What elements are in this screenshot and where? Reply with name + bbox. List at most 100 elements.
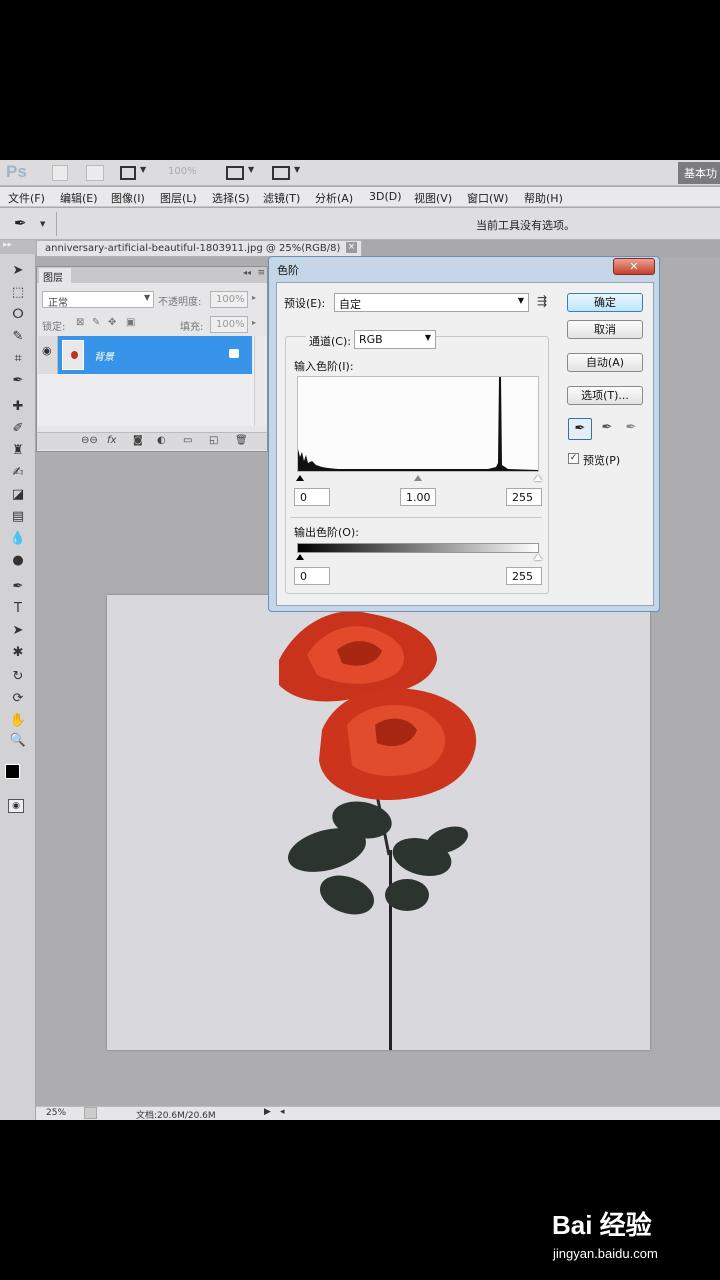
brush-tool-icon[interactable]: ✐: [8, 420, 28, 438]
zoom-tool-icon[interactable]: 🔍: [8, 732, 28, 750]
blur-tool-icon[interactable]: 💧: [8, 530, 28, 548]
fill-field[interactable]: 100%: [210, 316, 248, 333]
chevron-left-icon[interactable]: ◂: [280, 1107, 285, 1117]
new-layer-icon[interactable]: ◱: [209, 435, 218, 446]
lock-all-icon[interactable]: ▣: [126, 317, 135, 328]
panel-menu-icon[interactable]: ≡: [257, 268, 265, 278]
input-gamma-slider[interactable]: [414, 475, 422, 481]
eyedropper-tool-icon[interactable]: ✒: [8, 372, 28, 390]
chevron-down-icon[interactable]: ▼: [140, 165, 146, 181]
layer-name[interactable]: 背景: [94, 348, 114, 363]
foreground-color-swatch[interactable]: [5, 764, 20, 779]
lasso-tool-icon[interactable]: ⵔ: [8, 306, 28, 324]
auto-button[interactable]: 自动(A): [567, 353, 643, 372]
opacity-field[interactable]: 100%: [210, 291, 248, 308]
path-select-tool-icon[interactable]: ➤: [8, 622, 28, 640]
chevron-right-icon[interactable]: ▶: [264, 1107, 271, 1117]
3d-orbit-tool-icon[interactable]: ⟳: [8, 690, 28, 708]
adjustment-layer-icon[interactable]: ◐: [157, 435, 166, 446]
menu-image[interactable]: 图像(I): [111, 190, 145, 206]
pen-tool-icon[interactable]: ✒: [8, 578, 28, 596]
eye-icon[interactable]: ◉: [42, 344, 52, 357]
preset-options-icon[interactable]: ⇶: [537, 294, 547, 308]
menu-window[interactable]: 窗口(W): [467, 190, 508, 206]
menu-filter[interactable]: 滤镜(T): [263, 190, 300, 206]
preview-checkbox[interactable]: ✓: [568, 453, 579, 464]
lock-transparency-icon[interactable]: ⊠: [76, 317, 84, 328]
clone-stamp-tool-icon[interactable]: ♜: [8, 442, 28, 460]
input-white-slider[interactable]: [534, 475, 542, 481]
output-white-field[interactable]: 255: [506, 567, 542, 585]
tab-layers[interactable]: 图层: [39, 268, 71, 284]
input-gamma-field[interactable]: 1.00: [400, 488, 436, 506]
menu-view[interactable]: 视图(V): [414, 190, 452, 206]
channel-select[interactable]: RGB ▼: [354, 330, 436, 349]
input-black-field[interactable]: 0: [294, 488, 330, 506]
collapse-icon[interactable]: ◂◂: [243, 268, 251, 277]
crop-tool-icon[interactable]: ⌗: [8, 350, 28, 368]
menu-help[interactable]: 帮助(H): [524, 190, 563, 206]
3d-rotate-tool-icon[interactable]: ↻: [8, 668, 28, 686]
eraser-tool-icon[interactable]: ◪: [8, 486, 28, 504]
close-button[interactable]: ✕: [613, 258, 655, 275]
history-brush-tool-icon[interactable]: ✍: [8, 464, 28, 482]
dodge-tool-icon[interactable]: ●: [8, 552, 28, 570]
document-canvas[interactable]: [107, 595, 650, 1050]
close-icon[interactable]: ×: [346, 242, 357, 253]
gradient-tool-icon[interactable]: ▤: [8, 508, 28, 526]
menu-select[interactable]: 选择(S): [212, 190, 250, 206]
chevron-right-icon[interactable]: ▸: [252, 318, 256, 327]
zoom-level[interactable]: 25%: [46, 1108, 66, 1118]
lock-position-icon[interactable]: ✥: [108, 317, 116, 328]
link-layers-icon[interactable]: ⊖⊖: [81, 435, 98, 446]
healing-brush-tool-icon[interactable]: ✚: [8, 398, 28, 416]
shape-tool-icon[interactable]: ✱: [8, 644, 28, 662]
fx-icon[interactable]: fx: [107, 435, 116, 446]
output-black-slider[interactable]: [296, 554, 304, 560]
marquee-tool-icon[interactable]: ⬚: [8, 284, 28, 302]
layers-scrollbar[interactable]: [254, 336, 267, 426]
gray-eyedropper-icon[interactable]: ✒: [598, 418, 616, 440]
menu-file[interactable]: 文件(F): [8, 190, 45, 206]
menu-edit[interactable]: 编辑(E): [60, 190, 98, 206]
quick-select-tool-icon[interactable]: ✎: [8, 328, 28, 346]
zoom-select[interactable]: 100%: [168, 166, 197, 182]
new-group-icon[interactable]: ▭: [183, 435, 192, 446]
eyedropper-icon[interactable]: ✒: [14, 214, 27, 232]
move-tool-icon[interactable]: ➤: [8, 262, 28, 280]
layer-mask-icon[interactable]: ◙: [133, 435, 143, 446]
menu-3d[interactable]: 3D(D): [369, 190, 402, 203]
quick-mask-icon[interactable]: ◉: [8, 799, 24, 813]
preset-select[interactable]: 自定 ▼: [334, 293, 529, 312]
chevron-down-icon[interactable]: ▼: [294, 165, 300, 181]
hand-tool-icon[interactable]: ✋: [8, 712, 28, 730]
blend-mode-select[interactable]: 正常: [42, 291, 154, 308]
input-black-slider[interactable]: [296, 475, 304, 481]
view-extras-icon[interactable]: [120, 166, 136, 180]
output-black-field[interactable]: 0: [294, 567, 330, 585]
chevron-right-icon[interactable]: ▸: [252, 293, 256, 302]
menu-analysis[interactable]: 分析(A): [315, 190, 353, 206]
layer-row-background[interactable]: [58, 336, 252, 374]
ok-button[interactable]: 确定: [567, 293, 643, 312]
cancel-button[interactable]: 取消: [567, 320, 643, 339]
arrange-documents-icon[interactable]: [226, 166, 244, 180]
status-icon[interactable]: [84, 1107, 97, 1119]
options-button[interactable]: 选项(T)...: [567, 386, 643, 405]
minibridge-icon[interactable]: [86, 165, 104, 181]
chevron-down-icon[interactable]: ▼: [40, 220, 45, 228]
menu-layer[interactable]: 图层(L): [160, 190, 197, 206]
panel-collapse-strip[interactable]: ▸▸: [0, 240, 36, 254]
document-tab[interactable]: anniversary-artificial-beautiful-1803911…: [36, 240, 362, 257]
type-tool-icon[interactable]: T: [8, 600, 28, 618]
bridge-icon[interactable]: [52, 165, 68, 181]
screen-mode-icon[interactable]: [272, 166, 290, 180]
lock-pixels-icon[interactable]: ✎: [92, 317, 100, 328]
black-eyedropper-icon[interactable]: ✒: [568, 418, 592, 440]
workspace-switcher[interactable]: 基本功: [678, 162, 720, 184]
white-eyedropper-icon[interactable]: ✒: [622, 418, 640, 440]
input-white-field[interactable]: 255: [506, 488, 542, 506]
output-white-slider[interactable]: [534, 554, 542, 560]
chevron-down-icon[interactable]: ▼: [248, 165, 254, 181]
trash-icon[interactable]: 🗑: [235, 435, 248, 446]
